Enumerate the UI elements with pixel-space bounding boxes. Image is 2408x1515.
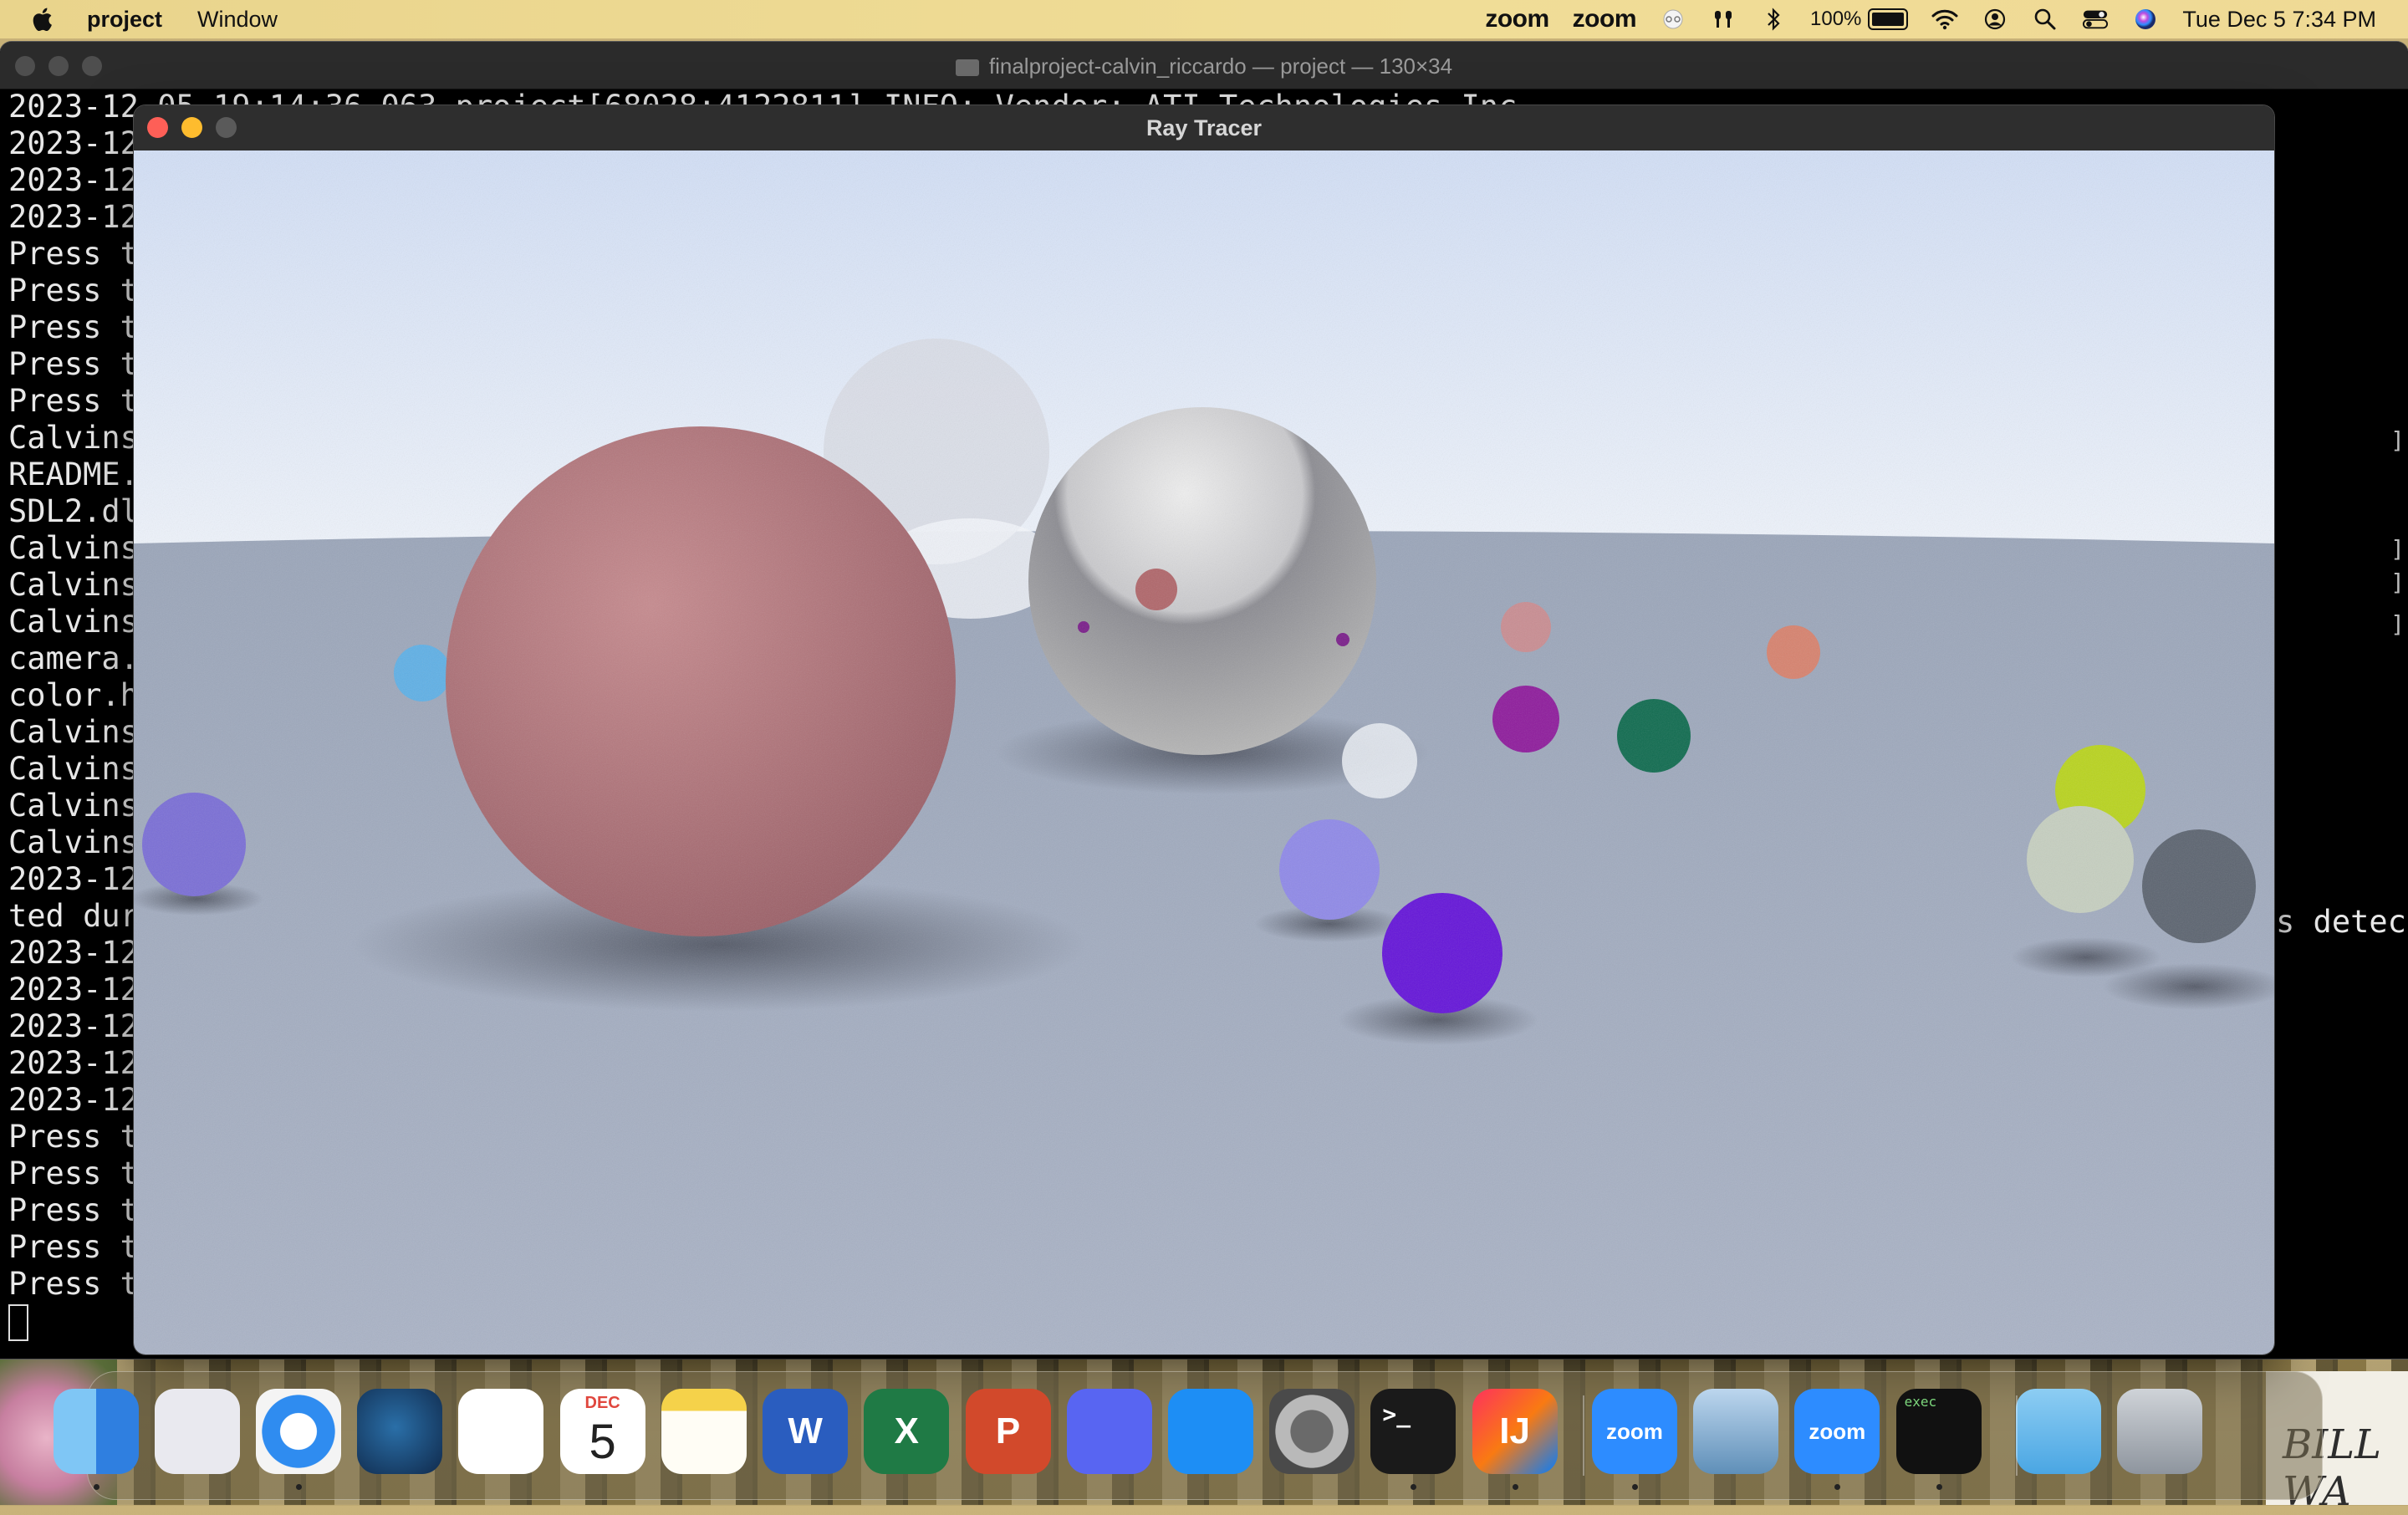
intellij-icon[interactable]: IJ (1472, 1389, 1558, 1474)
status-area: zoom zoom 100% Tue Dec 5 7:34 PM (1485, 0, 2376, 38)
excel-icon[interactable]: X (864, 1389, 950, 1474)
control-center-icon[interactable] (2082, 8, 2109, 31)
running-indicator (295, 1484, 302, 1490)
terminal-title: finalproject-calvin_riccardo — project —… (0, 54, 2408, 79)
terminal-icon[interactable]: >_ (1370, 1389, 1457, 1474)
battery-indicator[interactable]: 100% (1810, 8, 1909, 31)
exec-label: exec (1904, 1394, 1937, 1410)
intellij-label: IJ (1499, 1410, 1530, 1451)
word-icon[interactable]: W (763, 1389, 849, 1474)
ray-tracer-title-bar[interactable]: Ray Tracer (134, 105, 2274, 150)
bluetooth-icon[interactable] (1760, 8, 1787, 31)
running-indicator (1512, 1484, 1518, 1490)
exec-icon[interactable]: exec (1895, 1389, 1982, 1474)
steam-icon[interactable] (357, 1389, 443, 1474)
discord-icon[interactable] (1066, 1389, 1152, 1474)
terminal-cursor (8, 1304, 28, 1341)
terminal-title-text: finalproject-calvin_riccardo — project —… (988, 54, 1453, 79)
terminal-label: >_ (1382, 1400, 1411, 1428)
glasses-icon[interactable] (1660, 8, 1686, 31)
terminal-bracket: ] (2390, 610, 2405, 638)
reminders-icon[interactable] (458, 1389, 544, 1474)
notes-icon[interactable] (661, 1389, 747, 1474)
ray-tracer-title: Ray Tracer (1145, 115, 1263, 140)
airpods-icon[interactable] (1710, 8, 1737, 31)
zoom-icon[interactable]: zoom (1591, 1389, 1677, 1474)
app-store-icon[interactable] (1167, 1389, 1253, 1474)
terminal-output-fragment: s detec (2276, 904, 2406, 940)
zoom-label: zoom (1605, 1418, 1663, 1444)
system-settings-icon[interactable] (1269, 1389, 1355, 1474)
zoom-status-2[interactable]: zoom (1573, 5, 1637, 33)
render-canvas (134, 150, 2274, 1354)
word-label: W (788, 1410, 823, 1451)
menu-bar: project Window zoom zoom 100% Tue Dec 5 … (0, 0, 2408, 38)
battery-icon (1868, 8, 1909, 30)
terminal-bracket: ] (2390, 426, 2405, 454)
running-indicator (93, 1484, 99, 1490)
ray-tracer-window[interactable]: Ray Tracer (134, 105, 2274, 1354)
menu-window[interactable]: Window (197, 7, 278, 33)
running-indicator (1834, 1484, 1841, 1490)
calendar-icon[interactable]: 5 DEC (559, 1389, 645, 1474)
terminal-title-bar[interactable]: finalproject-calvin_riccardo — project —… (0, 42, 2408, 89)
siri-icon[interactable] (2132, 8, 2159, 31)
safari-icon[interactable] (255, 1389, 341, 1474)
wifi-icon[interactable] (1931, 8, 1958, 31)
dock-separator (2015, 1395, 2018, 1476)
finder-icon[interactable] (53, 1389, 139, 1474)
zoom-2-icon[interactable]: zoom (1794, 1389, 1880, 1474)
running-indicator (1631, 1484, 1638, 1490)
calendar-day: 5 (589, 1415, 616, 1469)
dock: 5 DEC W X P >_ IJ zoom zoom exec (53, 1371, 2323, 1500)
search-icon[interactable] (2032, 8, 2059, 31)
running-indicator (1411, 1484, 1417, 1490)
downloads-icon[interactable] (2015, 1389, 2101, 1474)
calendar-label: DEC (584, 1394, 620, 1412)
launchpad-icon[interactable] (154, 1389, 240, 1474)
user-icon[interactable] (1982, 8, 2008, 31)
apple-icon[interactable] (32, 6, 55, 33)
running-indicator (1936, 1484, 1942, 1490)
menu-app-name[interactable]: project (87, 7, 162, 33)
dock-separator (1582, 1395, 1584, 1476)
terminal-bracket: ] (2390, 569, 2405, 596)
battery-percent: 100% (1810, 8, 1862, 30)
folder-icon (955, 59, 979, 77)
zoom-2-label: zoom (1809, 1418, 1866, 1444)
powerpoint-icon[interactable]: P (965, 1389, 1051, 1474)
preview-icon[interactable] (1693, 1389, 1779, 1474)
excel-label: X (894, 1410, 919, 1451)
trash-icon[interactable] (2117, 1389, 2203, 1474)
powerpoint-label: P (995, 1410, 1021, 1451)
zoom-status-1[interactable]: zoom (1485, 5, 1549, 33)
menu-clock[interactable]: Tue Dec 5 7:34 PM (2182, 7, 2376, 33)
terminal-bracket: ] (2390, 535, 2405, 563)
